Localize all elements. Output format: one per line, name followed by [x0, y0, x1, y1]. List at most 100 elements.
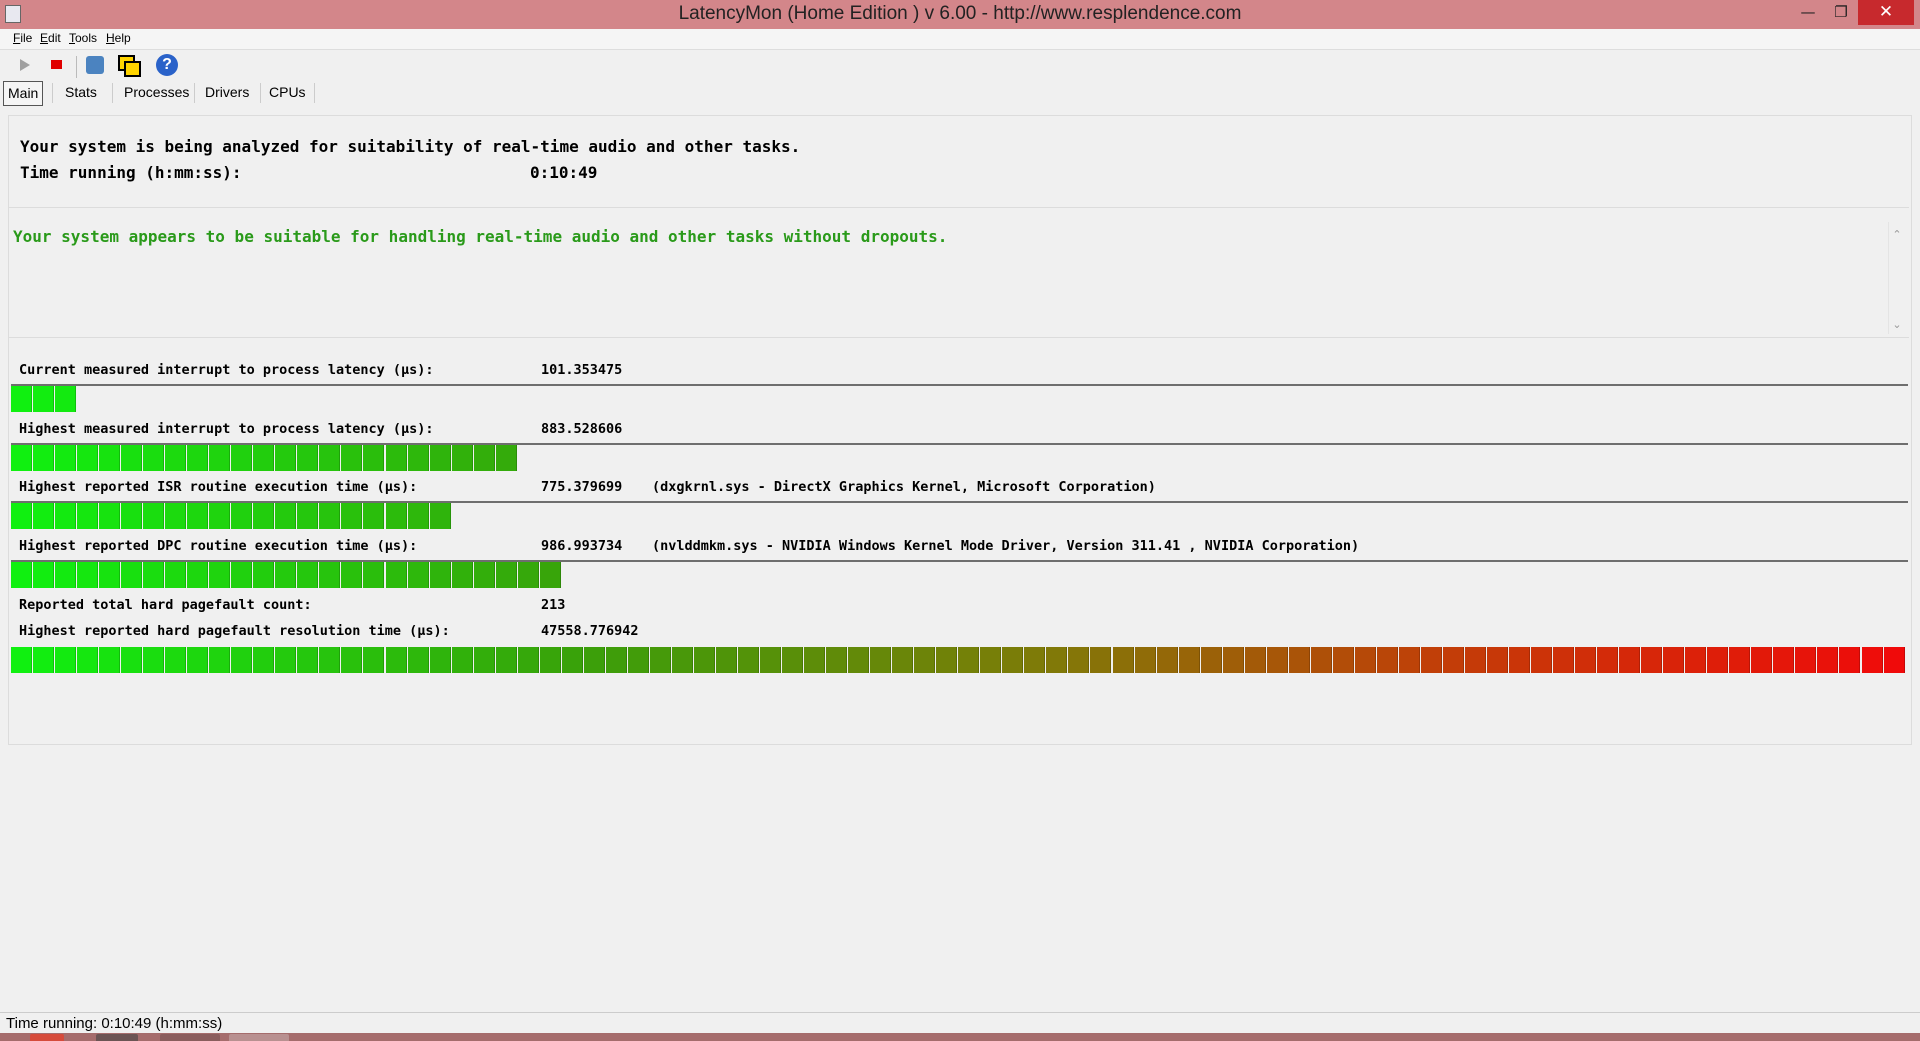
meter-segment [319, 445, 341, 471]
meter-segment [1134, 647, 1156, 673]
meter-segment [231, 647, 253, 673]
meter-segment [77, 647, 99, 673]
meter-segment [1398, 647, 1420, 673]
meter-segment [1575, 647, 1597, 673]
pagefault-count-value: 213 [541, 597, 566, 613]
time-running-label: Time running (h:mm:ss): [20, 163, 242, 182]
taskbar-button[interactable] [30, 1034, 64, 1041]
menu-help[interactable]: Help [106, 31, 131, 45]
tab-separator [194, 83, 195, 103]
meter-segment [319, 503, 341, 529]
meter-segment [121, 445, 143, 471]
menu-file[interactable]: File [13, 31, 32, 45]
meter-segment [583, 647, 605, 673]
meter-segment [1817, 647, 1839, 673]
meter-segment [77, 562, 99, 588]
meter-segment [385, 445, 407, 471]
meter-segment [848, 647, 870, 673]
meter-segment [737, 647, 759, 673]
meter-segment [165, 562, 187, 588]
help-icon[interactable] [155, 53, 179, 77]
menu-tools[interactable]: Tools [69, 31, 97, 45]
scroll-down-icon[interactable]: ⌄ [1890, 318, 1904, 332]
divider [9, 207, 1909, 208]
dpc-time-bar [11, 562, 562, 588]
meter-segment [1112, 647, 1134, 673]
scroll-up-icon[interactable]: ⌃ [1890, 228, 1904, 242]
meter-segment [826, 647, 848, 673]
meter-segment [341, 503, 363, 529]
meter-segment [297, 445, 319, 471]
taskbar-button[interactable] [96, 1034, 138, 1041]
meter-segment [55, 386, 77, 412]
meter-segment [429, 562, 451, 588]
dpc-driver: (nvlddmkm.sys - NVIDIA Windows Kernel Mo… [652, 538, 1360, 554]
meter-segment [1266, 647, 1288, 673]
meter-segment [1619, 647, 1641, 673]
meter-segment [253, 562, 275, 588]
meter-segment [363, 647, 385, 673]
play-icon[interactable] [14, 53, 38, 77]
verdict-scrollbar[interactable] [1888, 222, 1889, 334]
meter-segment [473, 562, 495, 588]
minimize-button[interactable]: — [1795, 0, 1821, 25]
meter-segment [231, 445, 253, 471]
tools-icon[interactable] [84, 53, 108, 77]
meter-segment [121, 562, 143, 588]
toolbar [0, 50, 1920, 80]
meter-segment [11, 647, 32, 673]
meter-segment [187, 445, 209, 471]
meter-segment [363, 503, 385, 529]
menu-edit[interactable]: Edit [40, 31, 61, 45]
close-button[interactable]: ✕ [1858, 0, 1914, 25]
meter-segment [297, 503, 319, 529]
tab-cpus[interactable]: CPUs [265, 81, 310, 104]
tab-main[interactable]: Main [3, 81, 44, 106]
tab-processes[interactable]: Processes [120, 81, 193, 104]
meter-segment [33, 445, 55, 471]
taskbar-button[interactable] [160, 1034, 220, 1041]
meter-segment [1773, 647, 1795, 673]
meter-segment [165, 647, 187, 673]
meter-segment [253, 445, 275, 471]
meter-segment [429, 647, 451, 673]
tab-stats[interactable]: Stats [61, 81, 101, 104]
meter-segment [980, 647, 1002, 673]
current-latency-value: 101.353475 [541, 362, 623, 378]
meter-segment [99, 503, 121, 529]
meter-segment [1376, 647, 1398, 673]
meter-segment [892, 647, 914, 673]
meter-segment [55, 647, 77, 673]
meter-segment [143, 445, 165, 471]
meter-segment [319, 647, 341, 673]
meter-segment [715, 647, 737, 673]
meter-segment [275, 445, 297, 471]
meter-segment [253, 503, 275, 529]
meter-segment [319, 562, 341, 588]
meter-segment [1531, 647, 1553, 673]
pagefault-time-value: 47558.776942 [541, 623, 639, 639]
meter-segment [451, 562, 473, 588]
meter-segment [517, 562, 539, 588]
stop-icon[interactable] [46, 53, 70, 77]
highest-latency-value: 883.528606 [541, 421, 623, 437]
meter-segment [143, 647, 165, 673]
taskbar-button[interactable] [229, 1034, 289, 1041]
dpc-time-label: Highest reported DPC routine execution t… [19, 538, 418, 554]
tab-drivers[interactable]: Drivers [201, 81, 253, 104]
meter-segment [539, 647, 561, 673]
meter-segment [429, 503, 451, 529]
meter-segment [253, 647, 275, 673]
meter-segment [495, 562, 517, 588]
meter-segment [55, 445, 77, 471]
meter-segment [407, 562, 429, 588]
meter-segment [187, 647, 209, 673]
meter-segment [297, 647, 319, 673]
meter-segment [363, 445, 385, 471]
meter-segment [429, 445, 451, 471]
meter-segment [121, 503, 143, 529]
meter-segment [55, 562, 77, 588]
meter-segment [1641, 647, 1663, 673]
windows-icon[interactable] [116, 53, 141, 77]
maximize-button[interactable]: ❐ [1828, 0, 1854, 25]
